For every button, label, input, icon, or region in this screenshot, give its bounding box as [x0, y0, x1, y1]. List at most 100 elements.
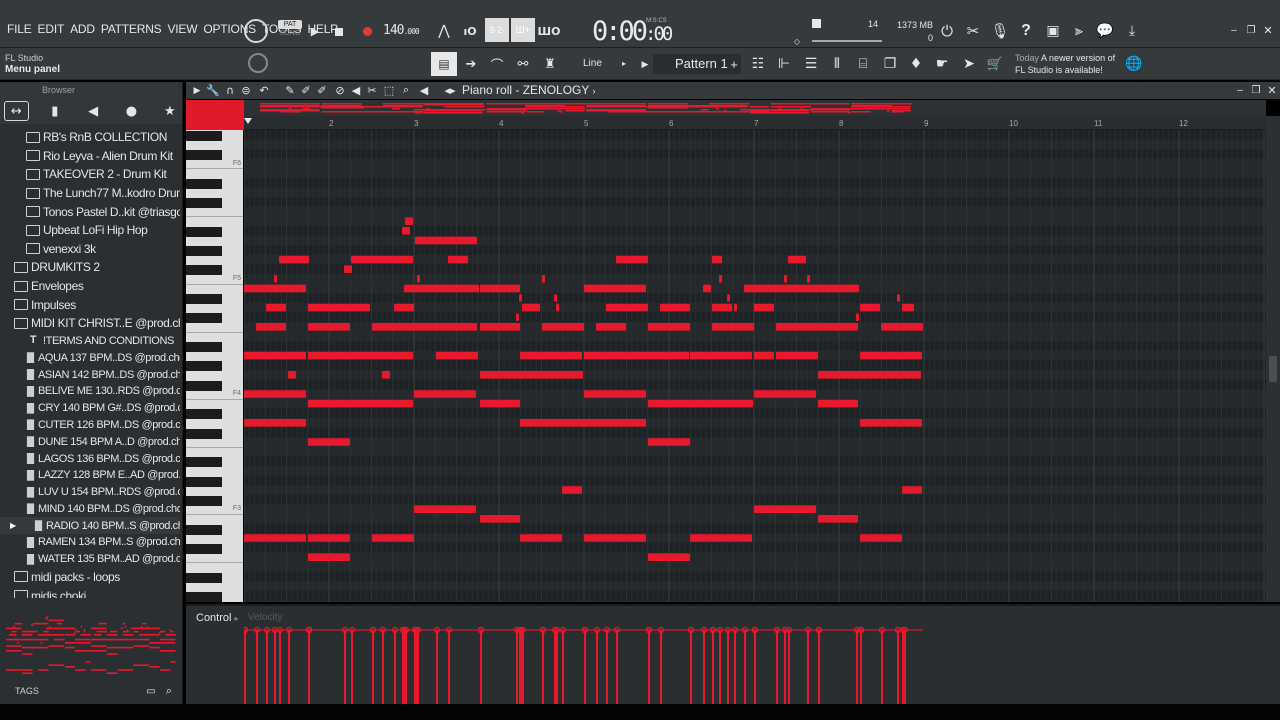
note[interactable]: [881, 323, 923, 331]
note[interactable]: [308, 351, 413, 360]
note[interactable]: [394, 303, 414, 312]
browser-item[interactable]: RB's RnB COLLECTION: [0, 128, 180, 147]
link-icon[interactable]: ⚯: [514, 56, 532, 72]
note[interactable]: [372, 323, 477, 331]
minimize-window-icon[interactable]: –: [1228, 24, 1240, 36]
note[interactable]: [266, 303, 286, 312]
browser-item[interactable]: venexxi 3k: [0, 240, 180, 259]
browser-item[interactable]: MIND 140 BPM..DS @prod.choki: [0, 501, 180, 518]
browser-item[interactable]: CRY 140 BPM G#..DS @prod.choki: [0, 400, 180, 417]
note[interactable]: [703, 284, 711, 293]
bar-ruler[interactable]: 2 3 4 5 6 7 8 9 10 11 12: [244, 116, 1266, 130]
note[interactable]: [690, 534, 752, 542]
playlist-window-icon[interactable]: ☷: [749, 55, 767, 73]
piano-roll-menu-icon[interactable]: ▶: [192, 84, 202, 96]
countdown-icon[interactable]: 3·2·: [485, 18, 509, 42]
stamp-icon[interactable]: ♜: [541, 56, 559, 72]
note[interactable]: [784, 275, 787, 283]
clipboard-icon[interactable]: ❐: [881, 55, 899, 73]
note[interactable]: [754, 351, 774, 360]
black-key[interactable]: [186, 179, 222, 189]
note[interactable]: [417, 275, 420, 283]
zoom-tool-icon[interactable]: ⌕: [400, 83, 412, 96]
close-window-icon[interactable]: ✕: [1262, 24, 1274, 37]
chat-icon[interactable]: 💬: [1096, 22, 1114, 40]
browser-all-tab-icon[interactable]: ↔: [4, 101, 29, 121]
browser-favorites-tab-icon[interactable]: ★: [158, 101, 182, 121]
project-icon[interactable]: ➤: [960, 55, 978, 73]
note[interactable]: [860, 351, 922, 360]
browser-item[interactable]: Tonos Pastel D..kit @triasgolb: [0, 202, 180, 221]
note[interactable]: [556, 303, 559, 312]
browser-online-tab-icon[interactable]: ●: [119, 101, 143, 121]
note[interactable]: [818, 399, 858, 408]
browser-item[interactable]: DUNE 154 BPM A..D @prod.choki: [0, 433, 180, 450]
note[interactable]: [244, 284, 306, 293]
vertical-scrollbar[interactable]: [1266, 116, 1280, 602]
step-edit-icon[interactable]: Ш+: [511, 18, 535, 42]
browser-item[interactable]: Envelopes: [0, 277, 180, 296]
note[interactable]: [902, 486, 922, 494]
black-key[interactable]: [186, 227, 222, 237]
touch-keyboard-icon[interactable]: ☛: [933, 55, 951, 73]
note[interactable]: [519, 294, 522, 302]
note[interactable]: [344, 265, 352, 273]
black-key[interactable]: [186, 313, 222, 324]
reset-icon[interactable]: ⏻: [938, 22, 956, 40]
browser-item[interactable]: midis choki: [0, 586, 180, 598]
note[interactable]: [480, 284, 520, 293]
control-selector[interactable]: Control ▸: [196, 612, 239, 624]
vertical-scroll-thumb[interactable]: [1269, 356, 1277, 382]
wrench-icon[interactable]: 🔧: [206, 84, 220, 97]
note[interactable]: [480, 515, 520, 523]
note[interactable]: [860, 303, 880, 312]
note[interactable]: [244, 534, 306, 542]
note[interactable]: [520, 351, 582, 360]
browser-item[interactable]: Rio Leyva - Alien Drum Kit: [0, 147, 180, 166]
piano-keyboard[interactable]: F6 F5 F4 F3: [186, 130, 243, 602]
note[interactable]: [596, 323, 626, 331]
help-icon[interactable]: ?: [1017, 22, 1035, 40]
note[interactable]: [584, 390, 646, 398]
playlist-icon[interactable]: ▤: [431, 52, 457, 76]
piano-roll-close-icon[interactable]: ✕: [1266, 84, 1278, 97]
note[interactable]: [754, 505, 816, 513]
piano-roll-maximize-icon[interactable]: ❐: [1250, 84, 1262, 96]
search-icon[interactable]: ⌕: [163, 684, 175, 697]
note[interactable]: [744, 284, 859, 293]
note[interactable]: [480, 371, 583, 379]
note[interactable]: [414, 505, 476, 513]
note[interactable]: [308, 323, 350, 331]
note[interactable]: [776, 323, 818, 331]
note[interactable]: [516, 313, 519, 321]
browser-plugins-tab-icon[interactable]: ◀: [81, 101, 105, 121]
browser-item[interactable]: T !TERMS AND CONDITIONS: [0, 333, 180, 350]
note[interactable]: [279, 255, 309, 264]
magnet-icon[interactable]: ⌒: [488, 56, 506, 74]
piano-roll-overview-bar[interactable]: [244, 100, 1266, 116]
note[interactable]: [308, 553, 350, 561]
pencil-icon[interactable]: ✎: [284, 84, 296, 97]
note[interactable]: [606, 303, 648, 312]
black-key[interactable]: [186, 294, 222, 305]
note[interactable]: [616, 255, 648, 264]
note[interactable]: [415, 236, 477, 245]
black-key[interactable]: [186, 495, 222, 506]
note[interactable]: [719, 275, 722, 283]
note[interactable]: [244, 390, 306, 398]
browser-files-tab-icon[interactable]: ▮: [43, 101, 67, 121]
note[interactable]: [807, 275, 810, 283]
pat-song-toggle[interactable]: PAT SONG: [278, 20, 302, 42]
note[interactable]: [244, 351, 306, 360]
note[interactable]: [860, 534, 902, 542]
master-volume-knob-icon[interactable]: [244, 19, 268, 43]
note[interactable]: [404, 284, 479, 293]
piano-roll-minimize-icon[interactable]: –: [1234, 84, 1246, 96]
note[interactable]: [818, 371, 921, 379]
note[interactable]: [414, 390, 476, 398]
note[interactable]: [776, 351, 818, 360]
browser-item[interactable]: TAKEOVER 2 - Drum Kit: [0, 165, 180, 184]
note-grid[interactable]: [244, 130, 1266, 602]
note[interactable]: [402, 227, 410, 235]
menu-add[interactable]: ADD: [67, 22, 98, 36]
